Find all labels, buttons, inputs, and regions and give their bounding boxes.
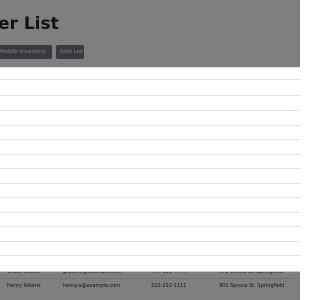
modal-divider (0, 139, 300, 140)
modal-divider (0, 183, 300, 184)
modal-divider (0, 197, 300, 198)
modal-divider (0, 110, 300, 111)
modal-divider (0, 212, 300, 213)
modal-dialog (0, 67, 300, 272)
modal-divider (0, 255, 300, 256)
modal-divider (0, 95, 300, 96)
page: er List Mobile Inventory Sold List Grace… (0, 0, 300, 300)
modal-divider (0, 154, 300, 155)
modal-divider (0, 226, 300, 227)
modal-divider (0, 125, 300, 126)
modal-divider (0, 241, 300, 242)
modal-divider (0, 168, 300, 169)
modal-divider (0, 79, 300, 80)
